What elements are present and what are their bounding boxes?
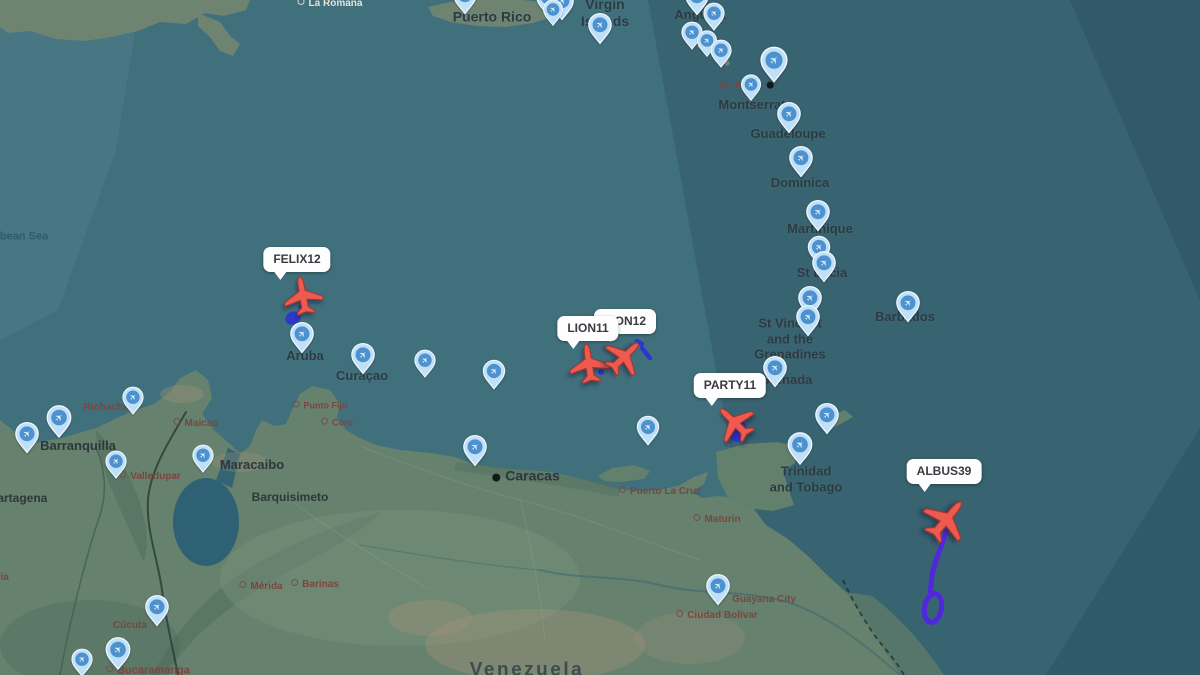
- airport-pin[interactable]: [762, 356, 788, 389]
- airport-pin[interactable]: [811, 251, 837, 284]
- aircraft-icon-albus39[interactable]: [908, 482, 984, 558]
- country-border-dashed: [843, 580, 904, 675]
- ocean-seam-band: [1070, 0, 1200, 300]
- airport-pin[interactable]: [895, 291, 921, 324]
- map-label-ciudad-bolivar: Ciudad Bolívar: [676, 610, 758, 622]
- map-label-guayana-city: Guayana City: [732, 594, 796, 606]
- terrain-patches: [0, 385, 745, 675]
- map-label-port-au-prince: Port-au-Prince: [109, 0, 192, 2]
- airport-pin[interactable]: [413, 349, 436, 379]
- airport-pin[interactable]: [70, 648, 93, 675]
- airport-pin[interactable]: [740, 74, 762, 102]
- map-label-cartagena: Cartagena: [0, 491, 47, 505]
- flight-map[interactable]: Puerto Rico Virgin Islands Anguilla Mont…: [0, 0, 1200, 675]
- airport-pin[interactable]: [45, 405, 72, 440]
- airport-pin[interactable]: [759, 46, 789, 84]
- airport-pin[interactable]: [542, 0, 564, 27]
- airport-pin[interactable]: [144, 595, 170, 628]
- map-label-trinidad-tobago: Trinidad and Tobago: [770, 463, 843, 494]
- island-margarita: [598, 465, 650, 482]
- map-label-punto-fijo: Punto Fijo: [293, 401, 348, 412]
- map-label-monteria: Montería: [0, 572, 9, 584]
- airport-pin[interactable]: [786, 432, 813, 467]
- airport-pin[interactable]: [191, 444, 214, 474]
- map-label-valledupar: Valledupar: [119, 471, 181, 483]
- map-label-maracaibo: Maracaibo: [220, 457, 284, 473]
- airport-pin[interactable]: [350, 343, 376, 376]
- map-label-venezuela: Venezuela: [470, 660, 584, 675]
- airport-pin[interactable]: [705, 574, 731, 607]
- airport-pin[interactable]: [776, 102, 802, 135]
- airport-pin[interactable]: [702, 2, 725, 32]
- callsign-labels: FELIX12 LION12 LION11 PARTY11 ALBUS39: [0, 0, 1200, 675]
- landmass-hispaniola: [0, 0, 250, 56]
- map-label-la-romana: La Romana: [298, 0, 363, 10]
- airport-pin[interactable]: [709, 39, 732, 69]
- map-label-caribbean-sea: Caribbean Sea: [0, 230, 48, 243]
- map-label-coro: Coro: [321, 418, 353, 429]
- airport-pin[interactable]: [289, 322, 315, 355]
- mountain-shading: [96, 430, 622, 675]
- airport-pin[interactable]: [104, 450, 127, 480]
- map-label-cucuta: Cúcuta: [113, 620, 147, 632]
- map-label-maicao: Maicao: [174, 418, 219, 430]
- map-label-barquisimeto: Barquisimeto: [252, 490, 329, 504]
- airport-pin[interactable]: [587, 13, 613, 46]
- airport-pin[interactable]: [788, 146, 814, 179]
- ocean-seam-band: [0, 0, 140, 340]
- airport-pin[interactable]: [121, 386, 144, 416]
- airport-pin[interactable]: [795, 305, 821, 338]
- airport-pin[interactable]: [462, 435, 488, 468]
- airport-pin[interactable]: [14, 422, 40, 455]
- roads: [290, 446, 700, 640]
- callsign-label-lion11[interactable]: LION11: [557, 316, 618, 341]
- map-label-merida: Mérida: [239, 581, 282, 593]
- map-label-barinas: Barinas: [291, 579, 339, 591]
- callsign-label-albus39[interactable]: ALBUS39: [907, 459, 982, 484]
- airport-pin[interactable]: [814, 403, 840, 436]
- airport-pin[interactable]: [636, 415, 661, 446]
- airport-pin[interactable]: [482, 359, 507, 390]
- callsign-label-party11[interactable]: PARTY11: [694, 373, 766, 398]
- map-label-caracas: Caracas: [492, 468, 560, 485]
- map-label-puerto-la-cruz: Puerto La Cruz: [619, 486, 701, 498]
- airport-pin[interactable]: [805, 200, 831, 233]
- map-label-maturin: Maturin: [693, 514, 740, 526]
- airport-pin[interactable]: [104, 637, 131, 672]
- callsign-label-felix12[interactable]: FELIX12: [263, 247, 330, 272]
- ocean-seam-band: [1046, 428, 1200, 675]
- airport-pin[interactable]: [452, 0, 478, 16]
